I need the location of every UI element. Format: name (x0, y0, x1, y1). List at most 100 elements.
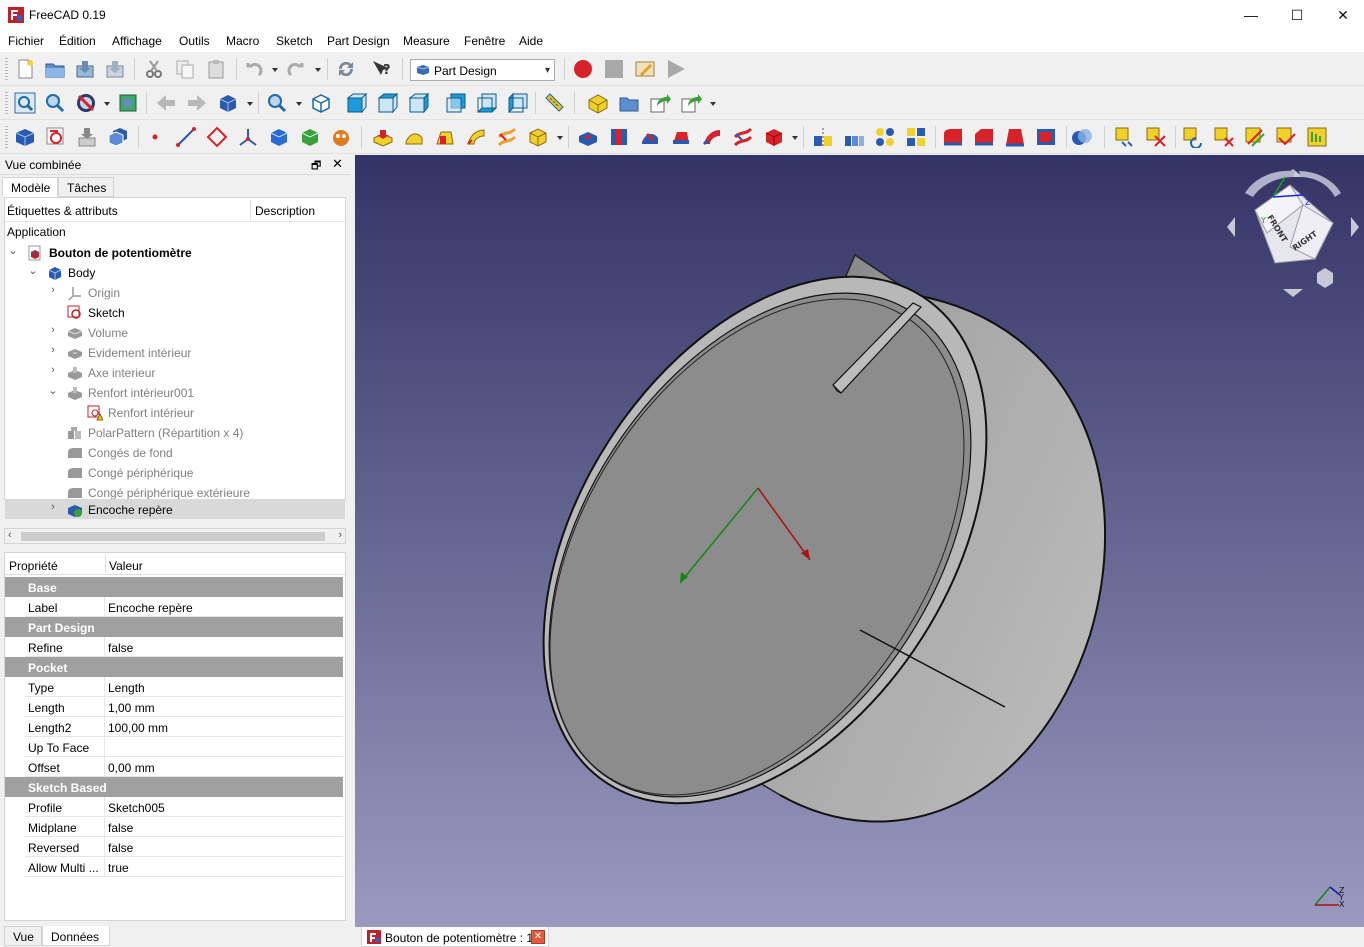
tree-item-sketch[interactable]: Sketch (5, 302, 345, 322)
property-row-up-to-face[interactable]: Up To Face (25, 737, 343, 757)
clone-object-icon[interactable] (330, 126, 352, 148)
property-row-allow-multi[interactable]: Allow Multi ... true (25, 857, 343, 877)
refresh-icon[interactable] (335, 58, 357, 80)
redo-icon[interactable] (285, 58, 307, 80)
close-button[interactable]: ✕ (1320, 0, 1364, 30)
tree-column-labels[interactable]: Étiquettes & attributs (7, 204, 118, 218)
additive-primitive-dropdown-icon[interactable] (557, 136, 563, 140)
menu-fenetre[interactable]: Fenêtre (464, 34, 505, 48)
undo-icon[interactable] (243, 58, 265, 80)
close-panel-icon[interactable]: ✕ (332, 156, 343, 172)
left-view-icon[interactable] (507, 92, 529, 114)
create-sketch-icon[interactable] (45, 126, 67, 148)
clone-icon[interactable] (107, 126, 129, 148)
right-view-icon[interactable] (408, 92, 430, 114)
tree-item-encoche-repere[interactable]: › Encoche repère (5, 499, 345, 519)
measure-angular-icon[interactable] (1145, 126, 1167, 148)
tree-item-evidement[interactable]: › Evidement intérieur (5, 342, 345, 362)
property-row-reversed[interactable]: Reversed false (25, 837, 343, 857)
toolbar-grip[interactable] (5, 92, 8, 114)
additive-loft-icon[interactable] (434, 126, 456, 148)
scroll-left-icon[interactable]: ‹ (8, 529, 12, 541)
property-row-type[interactable]: Type Length (25, 677, 343, 697)
3d-view[interactable]: FRONT RIGHT Z Y Z Y X (355, 155, 1364, 927)
tree-item-conge-exterieure[interactable]: Congé périphérique extérieure (5, 482, 345, 499)
menu-sketch[interactable]: Sketch (276, 34, 313, 48)
pad-icon[interactable] (372, 126, 394, 148)
measure-clear-icon[interactable] (1213, 126, 1235, 148)
create-group-icon[interactable] (618, 92, 640, 114)
3d-scene[interactable]: FRONT RIGHT Z Y Z Y X (355, 155, 1364, 927)
menu-measure[interactable]: Measure (403, 34, 450, 48)
property-value[interactable]: 1,00 mm (108, 701, 155, 715)
front-view-icon[interactable] (346, 92, 368, 114)
tab-modele[interactable]: Modèle (2, 177, 58, 197)
tab-donnees[interactable]: Données (42, 926, 110, 946)
draft-icon[interactable] (1004, 126, 1026, 148)
draw-style-icon[interactable] (75, 92, 97, 114)
additive-helix-icon[interactable] (496, 126, 518, 148)
knob-model[interactable] (452, 196, 1107, 884)
macro-record-icon[interactable] (572, 58, 594, 80)
minimize-button[interactable]: — (1228, 0, 1274, 30)
property-value[interactable]: false (108, 641, 133, 655)
local-coordinate-system-icon[interactable] (237, 126, 259, 148)
zoom-icon[interactable] (266, 92, 288, 114)
rear-view-icon[interactable] (445, 92, 467, 114)
property-value[interactable]: 0,00 mm (108, 761, 155, 775)
cut-icon[interactable] (143, 58, 165, 80)
expand-arrow-icon[interactable]: › (47, 501, 59, 513)
datum-plane-icon[interactable] (206, 126, 228, 148)
tree-item-axe[interactable]: › Axe interieur (5, 362, 345, 382)
bounding-box-icon[interactable] (117, 92, 139, 114)
multi-transform-icon[interactable] (905, 126, 927, 148)
menu-macro[interactable]: Macro (226, 34, 259, 48)
draw-style-dropdown-icon[interactable] (104, 102, 110, 106)
measure-refresh-icon[interactable] (1182, 126, 1204, 148)
macro-stop-icon[interactable] (603, 58, 625, 80)
expand-arrow-icon[interactable]: › (47, 324, 59, 336)
copy-icon[interactable] (174, 58, 196, 80)
menu-aide[interactable]: Aide (519, 34, 543, 48)
back-arrow-icon[interactable] (155, 92, 177, 114)
isometric-view-icon[interactable] (310, 92, 332, 114)
measure-toggle-delta-icon[interactable] (1275, 126, 1297, 148)
shape-binder-icon[interactable] (268, 126, 290, 148)
mirrored-icon[interactable] (812, 126, 834, 148)
tree-item-polarpattern[interactable]: PolarPattern (Répartition x 4) (5, 422, 345, 442)
property-group-base[interactable]: Base (5, 577, 343, 597)
hole-icon[interactable] (608, 126, 630, 148)
additive-primitive-icon[interactable] (527, 126, 549, 148)
tab-taches[interactable]: Tâches (58, 177, 114, 197)
scrollbar-thumb[interactable] (21, 532, 325, 541)
navcube-menu-icon[interactable] (1317, 268, 1333, 288)
collapse-arrow-icon[interactable]: ⌄ (47, 384, 59, 397)
maximize-button[interactable]: ☐ (1274, 0, 1320, 30)
linear-pattern-icon[interactable] (843, 126, 865, 148)
zoom-dropdown-icon[interactable] (296, 102, 302, 106)
subtractive-helix-icon[interactable] (732, 126, 754, 148)
subtractive-pipe-icon[interactable] (701, 126, 723, 148)
menu-affichage[interactable]: Affichage (112, 34, 162, 48)
create-body-icon[interactable] (14, 126, 36, 148)
pocket-icon[interactable] (577, 126, 599, 148)
fillet-icon[interactable] (942, 126, 964, 148)
measure-toggle-3d-icon[interactable] (1244, 126, 1266, 148)
property-group-sketch-based[interactable]: Sketch Based (5, 777, 343, 797)
expand-arrow-icon[interactable]: › (47, 364, 59, 376)
make-link-icon[interactable] (649, 92, 671, 114)
measure-distance-icon[interactable] (543, 92, 565, 114)
tree-item-conges-fond[interactable]: Congés de fond (5, 442, 345, 462)
menu-fichier[interactable]: Fichier (8, 34, 44, 48)
macro-run-icon[interactable] (665, 58, 687, 80)
property-group-part-design[interactable]: Part Design (5, 617, 343, 637)
tree-column-divider[interactable] (250, 200, 251, 220)
property-value[interactable]: 100,00 mm (108, 721, 168, 735)
navigation-cube[interactable]: FRONT RIGHT Z Y (1227, 169, 1359, 297)
tree-item-renfort001[interactable]: ⌄ Renfort intérieur001 (5, 382, 345, 402)
forward-arrow-icon[interactable] (186, 92, 208, 114)
toolbar-grip[interactable] (5, 58, 8, 80)
redo-dropdown-icon[interactable] (315, 68, 321, 72)
property-row-refine[interactable]: Refine false (25, 637, 343, 657)
property-row-length2[interactable]: Length2 100,00 mm (25, 717, 343, 737)
